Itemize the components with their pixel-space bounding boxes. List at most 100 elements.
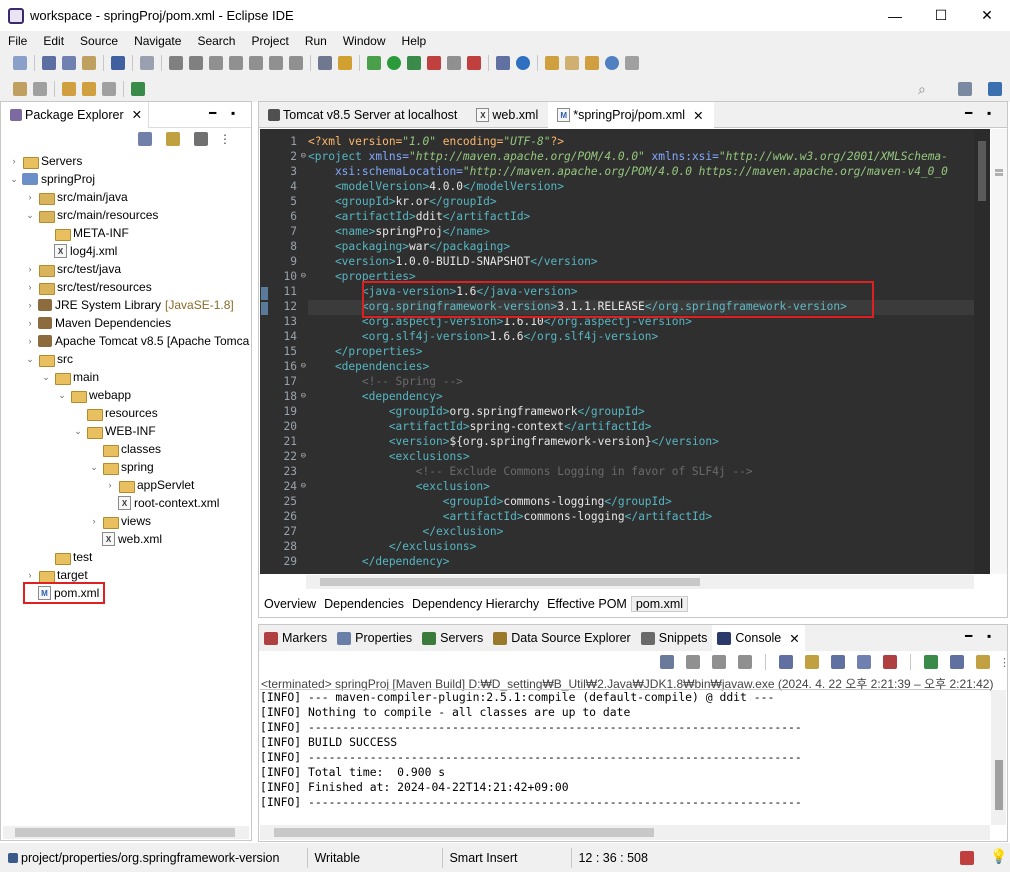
tip-icon[interactable]: 💡 xyxy=(990,848,1007,865)
tab-markers[interactable]: Markers xyxy=(259,625,332,651)
tab-tomcat-server[interactable]: Tomcat v8.5 Server at localhost xyxy=(259,102,467,128)
expand-arrow-icon[interactable]: › xyxy=(25,336,35,346)
expand-arrow-icon[interactable]: › xyxy=(25,318,35,328)
tab-console[interactable]: Console ✕ xyxy=(712,625,805,651)
tab-web-xml[interactable]: X web.xml xyxy=(467,102,548,128)
tree-item[interactable]: ⌄ src xyxy=(25,350,73,368)
minimize-button[interactable]: — xyxy=(872,0,918,31)
tab-properties[interactable]: Properties xyxy=(332,625,417,651)
save-all-icon[interactable] xyxy=(62,56,76,70)
save-icon[interactable] xyxy=(42,56,56,70)
tree-item[interactable]: ⌄ springProj xyxy=(9,170,95,188)
run-server-icon[interactable] xyxy=(407,56,421,70)
code-editor[interactable]: 1 2 ⊖ 3 4 5 6 7 8 9 10 ⊖ 11 12 13 14 15 16 ⊖ 17 18 ⊖ 19 20 21 22 ⊖… xyxy=(260,129,974,574)
expand-arrow-icon[interactable]: › xyxy=(25,192,35,202)
vertical-scrollbar[interactable] xyxy=(974,129,990,574)
collapse-arrow-icon[interactable]: ⌄ xyxy=(89,462,99,473)
fold-toggle-icon[interactable]: ⊖ xyxy=(301,271,306,281)
collapse-all-icon[interactable] xyxy=(138,132,152,146)
tree-item[interactable]: ⌄ main xyxy=(41,368,99,386)
tree-item[interactable]: Xlog4j.xml xyxy=(41,242,117,260)
tree-item[interactable]: › src/main/java xyxy=(25,188,128,206)
view-menu-icon[interactable]: ⋮ xyxy=(219,132,231,146)
new-console-icon[interactable] xyxy=(976,655,990,669)
collapse-arrow-icon[interactable]: ⌄ xyxy=(41,372,51,383)
tree-item[interactable]: Mpom.xml xyxy=(22,582,106,604)
tree-item[interactable]: test xyxy=(41,548,92,566)
menu-run[interactable]: Run xyxy=(297,34,335,48)
menu-project[interactable]: Project xyxy=(243,34,296,48)
collapse-arrow-icon[interactable]: ⌄ xyxy=(9,174,19,185)
tab-servers[interactable]: Servers xyxy=(417,625,488,651)
open-console-icon[interactable] xyxy=(111,56,125,70)
terminate-icon[interactable] xyxy=(209,56,223,70)
annotation-icon[interactable] xyxy=(625,56,639,70)
tree-item[interactable]: › src/test/java xyxy=(25,260,121,278)
scroll-lock-icon[interactable] xyxy=(805,655,819,669)
debug-icon[interactable] xyxy=(367,56,381,70)
step-into-icon[interactable] xyxy=(249,56,263,70)
clear-console-icon[interactable] xyxy=(779,655,793,669)
new-java-project-icon[interactable] xyxy=(496,56,510,70)
horizontal-scrollbar[interactable] xyxy=(306,575,974,589)
forward-icon[interactable] xyxy=(102,82,116,96)
maximize-editor-icon[interactable]: ▪ xyxy=(987,106,991,120)
show-on-output-icon[interactable] xyxy=(857,655,871,669)
menu-navigate[interactable]: Navigate xyxy=(126,34,189,48)
collapse-arrow-icon[interactable]: ⌄ xyxy=(57,390,67,401)
expand-arrow-icon[interactable]: › xyxy=(25,264,35,274)
resume-icon[interactable] xyxy=(169,56,183,70)
minimize-panel-icon[interactable]: ━ xyxy=(965,629,972,643)
web-browser-icon[interactable] xyxy=(605,56,619,70)
maximize-panel-icon[interactable]: ▪ xyxy=(987,629,991,643)
previous-annotation-icon[interactable] xyxy=(33,82,47,96)
tab-snippets[interactable]: Snippets xyxy=(636,625,713,651)
tab-effective-pom[interactable]: Effective POM xyxy=(543,597,631,611)
scrollbar-thumb[interactable] xyxy=(274,828,654,837)
last-edit-icon[interactable] xyxy=(62,82,76,96)
tree-item[interactable]: Xweb.xml xyxy=(89,530,162,548)
notification-icon[interactable] xyxy=(960,851,974,865)
pin-editor-icon[interactable] xyxy=(131,82,145,96)
horizontal-scrollbar[interactable] xyxy=(3,826,249,839)
tree-item[interactable]: META-INF xyxy=(41,224,129,242)
open-type-icon[interactable] xyxy=(338,56,352,70)
open-perspective-icon[interactable] xyxy=(958,82,972,96)
expand-arrow-icon[interactable]: › xyxy=(9,156,19,166)
tree-item[interactable]: › Apache Tomcat v8.5 [Apache Tomca xyxy=(25,332,250,350)
step-over-icon[interactable] xyxy=(269,56,283,70)
maximize-button[interactable]: ☐ xyxy=(918,0,964,31)
menu-source[interactable]: Source xyxy=(72,34,126,48)
link-with-editor-icon[interactable] xyxy=(166,132,180,146)
tree-item[interactable]: ⌄ spring xyxy=(89,458,154,476)
menu-help[interactable]: Help xyxy=(394,34,435,48)
tab-overview[interactable]: Overview xyxy=(260,597,320,611)
menu-window[interactable]: Window xyxy=(335,34,394,48)
remove-all-launches-icon[interactable] xyxy=(738,655,752,669)
tree-item[interactable]: › src/test/resources xyxy=(25,278,152,296)
tab-pom-xml[interactable]: M *springProj/pom.xml ✕ xyxy=(548,102,714,128)
run-icon[interactable] xyxy=(387,56,401,70)
display-console-icon[interactable] xyxy=(924,655,938,669)
suspend-icon[interactable] xyxy=(189,56,203,70)
print-icon[interactable] xyxy=(82,56,96,70)
view-menu-icon[interactable]: ⋮ xyxy=(999,656,1010,669)
next-annotation-icon[interactable] xyxy=(13,82,27,96)
scrollbar-thumb[interactable] xyxy=(995,760,1003,810)
close-tab-icon[interactable]: ✕ xyxy=(132,107,142,122)
scrollbar-thumb[interactable] xyxy=(15,828,235,837)
collapse-arrow-icon[interactable]: ⌄ xyxy=(25,210,35,221)
menu-search[interactable]: Search xyxy=(189,34,243,48)
fold-toggle-icon[interactable]: ⊖ xyxy=(301,451,306,461)
expand-arrow-icon[interactable]: › xyxy=(105,480,115,490)
expand-arrow-icon[interactable]: › xyxy=(25,282,35,292)
new-spring-icon[interactable] xyxy=(516,56,530,70)
back-icon[interactable] xyxy=(82,82,96,96)
tree-item[interactable]: ⌄ webapp xyxy=(57,386,131,404)
tree-item[interactable]: ⌄ src/main/resources xyxy=(25,206,158,224)
word-wrap-icon[interactable] xyxy=(831,655,845,669)
horizontal-scrollbar[interactable] xyxy=(260,825,990,840)
tree-item[interactable]: classes xyxy=(89,440,161,458)
fold-toggle-icon[interactable]: ⊖ xyxy=(301,361,306,371)
pin-console-icon[interactable] xyxy=(660,655,674,669)
